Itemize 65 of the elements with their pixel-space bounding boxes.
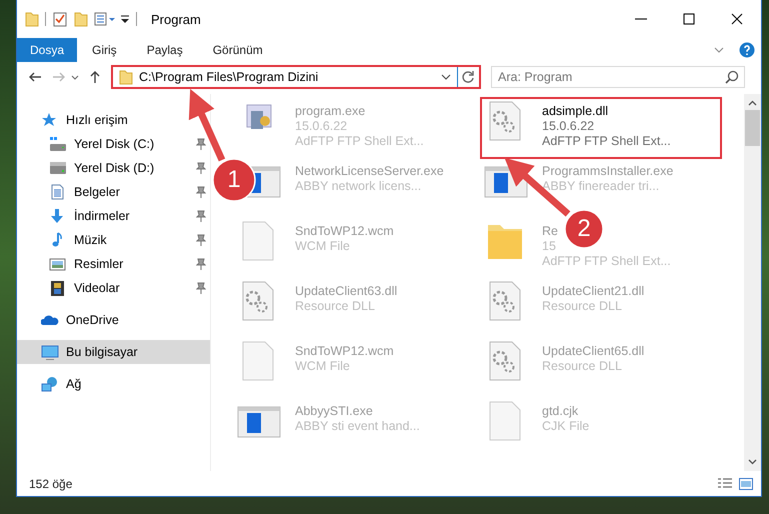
scroll-up-icon[interactable] [748, 100, 757, 106]
picture-icon [49, 256, 67, 272]
file-name[interactable]: adsimple.dll [542, 104, 608, 118]
navigation-item[interactable]: OneDrive [17, 308, 210, 332]
network-icon [41, 376, 59, 392]
navigation-item[interactable]: Bu bilgisayar [17, 340, 210, 364]
close-icon [731, 13, 743, 25]
file-detail: AdFTP FTP Shell Ext... [542, 254, 671, 268]
callout-number: 1 [226, 166, 242, 194]
file-detail: Resource DLL [542, 299, 622, 313]
back-arrow-icon[interactable] [28, 70, 42, 84]
navigation-item[interactable]: Müzik [17, 228, 210, 252]
film-icon [49, 280, 67, 296]
file-detail: 15 [542, 239, 556, 253]
ribbon-tab[interactable]: Dosya [17, 38, 78, 62]
checklist-icon [52, 11, 68, 27]
folder-icon [74, 11, 88, 27]
navigation-item[interactable]: Belgeler [17, 180, 210, 204]
file-detail: ABBY sti event hand... [295, 419, 420, 433]
chevron-down-icon[interactable] [441, 72, 451, 82]
navigation-item[interactable]: Yerel Disk (D:) [17, 156, 210, 180]
maximize-icon [683, 13, 695, 25]
navigation-item[interactable]: Resimler [17, 252, 210, 276]
up-arrow-icon[interactable] [88, 70, 102, 84]
window-title: Program [151, 12, 201, 26]
file-detail: CJK File [542, 419, 590, 433]
ribbon-tab[interactable]: Paylaş [132, 38, 198, 62]
ribbon-tab[interactable]: Giriş [77, 38, 132, 62]
navigation-item[interactable]: Videolar [17, 276, 210, 300]
drive-icon [49, 160, 67, 176]
large-icons-view-icon[interactable] [739, 478, 753, 490]
callout-badge [564, 209, 604, 249]
file-detail: Resource DLL [542, 359, 622, 373]
callout-number: 2 [576, 215, 592, 243]
navigation-item[interactable]: İndirmeler [17, 204, 210, 228]
details-view-icon[interactable] [717, 478, 733, 490]
monitor-icon [41, 344, 59, 360]
file-detail: 15.0.6.22 [542, 119, 594, 133]
file-detail: ABBY finereader tri... [542, 179, 660, 193]
help-icon[interactable] [739, 42, 755, 58]
folder-icon [119, 69, 133, 85]
search-field[interactable]: Ara: Program [491, 66, 745, 88]
file-detail: WCM File [295, 359, 350, 373]
callout-badge [212, 158, 256, 202]
scroll-down-icon[interactable] [748, 459, 757, 465]
file-detail: ABBY network licens... [295, 179, 422, 193]
navigation-item[interactable]: Hızlı erişim [17, 108, 210, 132]
file-detail: Resource DLL [295, 299, 375, 313]
file-detail: 15.0.6.22 [295, 119, 348, 133]
ribbon-tab[interactable]: Görünüm [198, 38, 278, 62]
navigation-item[interactable]: Yerel Disk (C:) [17, 132, 210, 156]
item-count: 152 öğe [29, 476, 74, 490]
address-bar[interactable]: C:\Program Files\Program Dizini [111, 65, 481, 89]
file-detail: AdFTP FTP Shell Ext... [295, 134, 424, 148]
file-detail: AdFTP FTP Shell Ext... [542, 134, 671, 148]
refresh-icon [461, 70, 475, 84]
search-icon[interactable] [725, 70, 739, 84]
folder-icon [25, 11, 39, 27]
navigation-item[interactable]: Ağ [17, 372, 210, 396]
folder-path: C:\Program Files\Program Dizini [139, 70, 320, 84]
drive-icon [49, 136, 67, 152]
selected-file-item[interactable]: adsimple.dll 15.0.6.22 AdFTP FTP Shell Ext... [482, 99, 720, 157]
scroll-thumb[interactable] [745, 110, 760, 146]
properties-icon[interactable] [94, 11, 116, 27]
file-detail: WCM File [295, 239, 350, 253]
